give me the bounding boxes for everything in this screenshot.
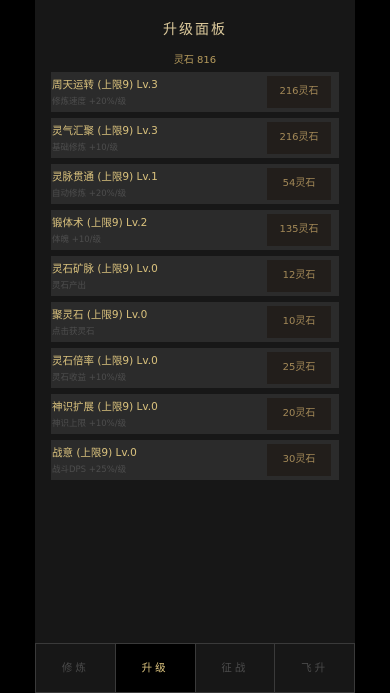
- upgrade-description: 灵石收益 +10%/级: [52, 373, 127, 383]
- spirit-stone-balance: 灵石 816: [173, 55, 217, 66]
- buy-upgrade-button[interactable]: 30灵石: [267, 444, 331, 476]
- buy-upgrade-button[interactable]: 216灵石: [267, 122, 331, 154]
- panel-title: 升级面板: [163, 22, 227, 38]
- upgrade-item: 锻体术 (上限9) Lv.2 体魄 +10/级 135灵石: [51, 210, 339, 250]
- upgrade-name: 神识扩展 (上限9) Lv.0: [52, 401, 158, 413]
- tab-upgrade[interactable]: 升级: [114, 644, 195, 693]
- tab-cultivate[interactable]: 修炼: [35, 644, 115, 693]
- upgrade-item: 聚灵石 (上限9) Lv.0 点击获灵石 10灵石: [51, 302, 339, 342]
- upgrade-name: 灵气汇聚 (上限9) Lv.3: [52, 125, 158, 137]
- upgrade-item: 战意 (上限9) Lv.0 战斗DPS +25%/级 30灵石: [51, 440, 339, 480]
- upgrade-list: 周天运转 (上限9) Lv.3 修炼速度 +20%/级 216灵石 灵气汇聚 (…: [51, 72, 339, 486]
- buy-upgrade-button[interactable]: 216灵石: [267, 76, 331, 108]
- upgrade-panel: 升级面板 灵石 816 周天运转 (上限9) Lv.3 修炼速度 +20%/级 …: [35, 0, 355, 693]
- tab-ascend[interactable]: 飞升: [274, 644, 355, 693]
- upgrade-description: 体魄 +10/级: [52, 235, 102, 245]
- upgrade-description: 战斗DPS +25%/级: [52, 465, 127, 475]
- upgrade-description: 点击获灵石: [52, 327, 95, 337]
- upgrade-name: 聚灵石 (上限9) Lv.0: [52, 309, 148, 321]
- upgrade-description: 自动修炼 +20%/级: [52, 189, 127, 199]
- upgrade-name: 灵脉贯通 (上限9) Lv.1: [52, 171, 158, 183]
- upgrade-name: 灵石倍率 (上限9) Lv.0: [52, 355, 158, 367]
- buy-upgrade-button[interactable]: 25灵石: [267, 352, 331, 384]
- buy-upgrade-button[interactable]: 12灵石: [267, 260, 331, 292]
- upgrade-item: 灵石矿脉 (上限9) Lv.0 灵石产出 12灵石: [51, 256, 339, 296]
- upgrade-item: 灵气汇聚 (上限9) Lv.3 基础修炼 +10/级 216灵石: [51, 118, 339, 158]
- upgrade-description: 神识上限 +10%/级: [52, 419, 127, 429]
- upgrade-item: 灵脉贯通 (上限9) Lv.1 自动修炼 +20%/级 54灵石: [51, 164, 339, 204]
- upgrade-item: 灵石倍率 (上限9) Lv.0 灵石收益 +10%/级 25灵石: [51, 348, 339, 388]
- upgrade-name: 锻体术 (上限9) Lv.2: [52, 217, 148, 229]
- upgrade-name: 战意 (上限9) Lv.0: [52, 447, 137, 459]
- buy-upgrade-button[interactable]: 20灵石: [267, 398, 331, 430]
- upgrade-description: 灵石产出: [52, 281, 87, 291]
- bottom-nav: 修炼 升级 征战 飞升: [35, 643, 355, 693]
- upgrade-item: 神识扩展 (上限9) Lv.0 神识上限 +10%/级 20灵石: [51, 394, 339, 434]
- buy-upgrade-button[interactable]: 135灵石: [267, 214, 331, 246]
- buy-upgrade-button[interactable]: 54灵石: [267, 168, 331, 200]
- upgrade-description: 修炼速度 +20%/级: [52, 97, 127, 107]
- upgrade-name: 灵石矿脉 (上限9) Lv.0: [52, 263, 158, 275]
- upgrade-item: 周天运转 (上限9) Lv.3 修炼速度 +20%/级 216灵石: [51, 72, 339, 112]
- upgrade-description: 基础修炼 +10/级: [52, 143, 119, 153]
- upgrade-name: 周天运转 (上限9) Lv.3: [52, 79, 158, 91]
- tab-battle[interactable]: 征战: [194, 644, 275, 693]
- buy-upgrade-button[interactable]: 10灵石: [267, 306, 331, 338]
